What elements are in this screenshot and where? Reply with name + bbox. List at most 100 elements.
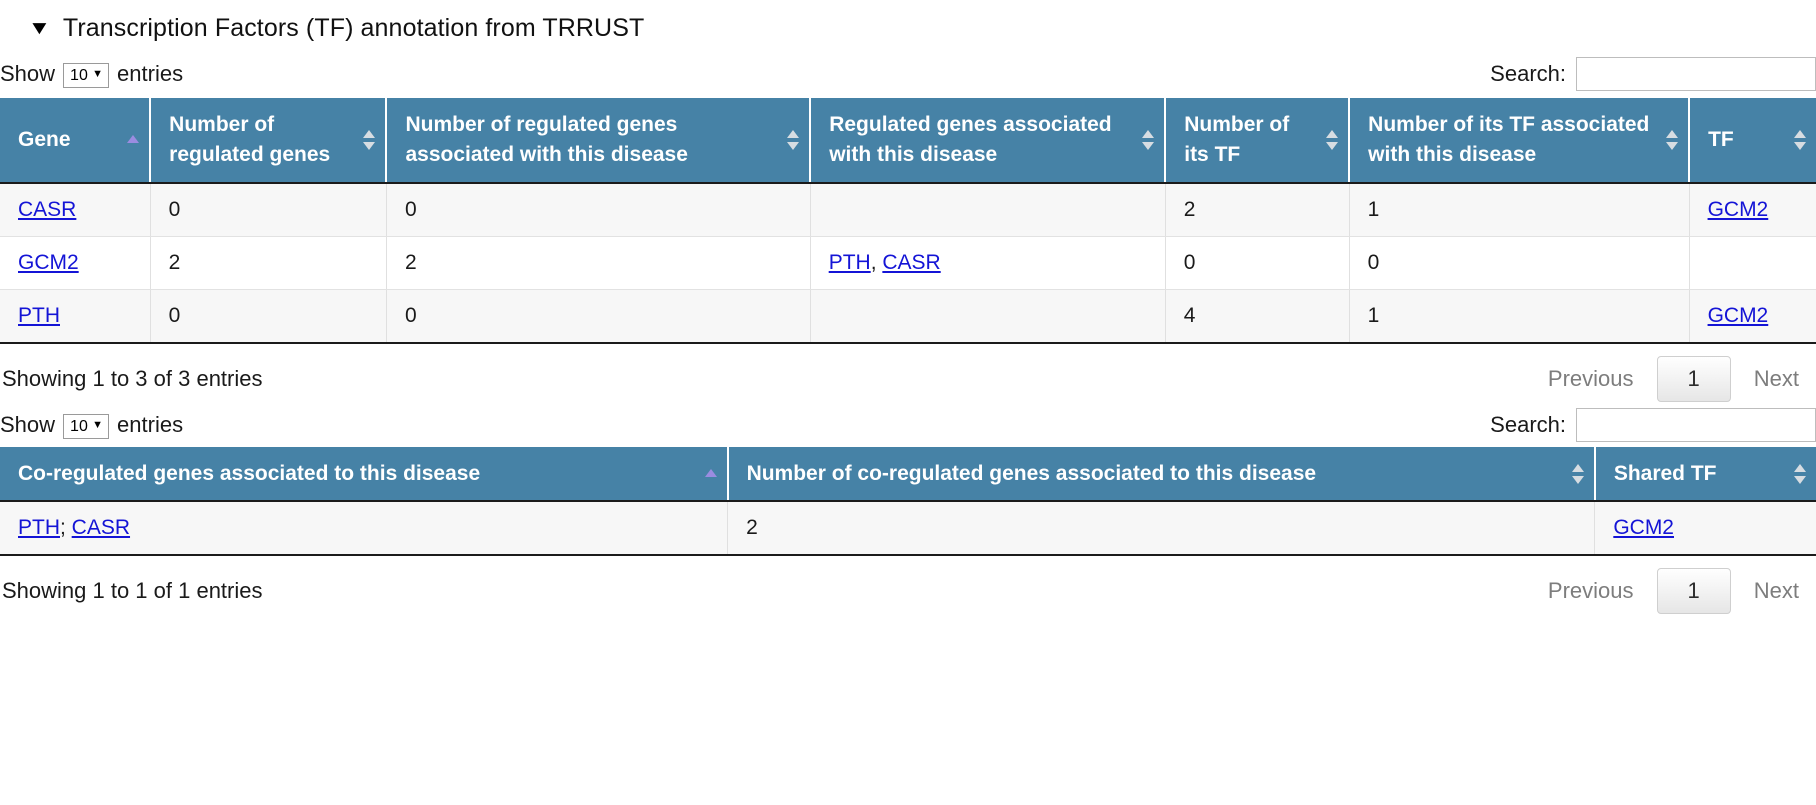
cell-co-regulated-genes: PTH; CASR — [0, 501, 729, 557]
cell-num-regulated-genes-disease: 0 — [386, 182, 811, 237]
sort-toggle-icon[interactable] — [363, 129, 376, 150]
table1-controls: Show 10 ▼ entries Search: — [0, 53, 1816, 97]
page-title: Transcription Factors (TF) annotation fr… — [62, 14, 645, 42]
table1-show-label: Show — [0, 61, 56, 86]
table2-header-row: Co-regulated genes associated to this di… — [0, 446, 1816, 503]
cell-num-its-tf-disease: 1 — [1349, 289, 1690, 344]
gene-link[interactable]: GCM2 — [1613, 516, 1674, 539]
cell-gene: GCM2 — [0, 236, 151, 290]
col-header-num-regulated-genes[interactable]: Number of regulated genes — [150, 97, 388, 184]
cell-num-regulated-genes-disease: 0 — [386, 289, 811, 344]
table2-filter-control: Search: — [1490, 407, 1816, 442]
table1-length-select[interactable]: 10 — [63, 63, 110, 88]
cell-num-its-tf-disease: 0 — [1349, 236, 1690, 290]
cell-num-its-tf: 4 — [1165, 289, 1350, 344]
cell-gene: CASR — [0, 182, 151, 237]
gene-link[interactable]: PTH — [18, 304, 60, 327]
table1-length-control: Show 10 ▼ entries — [0, 60, 183, 88]
table1-footer: Showing 1 to 3 of 3 entries Previous 1 N… — [0, 344, 1816, 406]
cell-num-its-tf-disease: 1 — [1349, 182, 1690, 237]
gene-link[interactable]: GCM2 — [1708, 198, 1769, 221]
sort-toggle-icon[interactable] — [1142, 129, 1155, 150]
cell-tf: GCM2 — [1689, 182, 1816, 237]
col-header-num-co-regulated-genes[interactable]: Number of co-regulated genes associated … — [727, 446, 1596, 503]
cell-regulated-genes-disease — [810, 182, 1166, 237]
table2-body: PTH; CASR 2 GCM2 — [0, 501, 1816, 557]
cell-num-regulated-genes: 0 — [150, 182, 387, 237]
table1-info: Showing 1 to 3 of 3 entries — [2, 365, 263, 391]
sort-ascending-icon[interactable] — [127, 134, 140, 145]
table2-search-label: Search: — [1490, 411, 1566, 437]
table1-search-label: Search: — [1490, 61, 1566, 86]
gene-link[interactable]: CASR — [882, 251, 940, 274]
table2-next-button[interactable]: Next — [1737, 569, 1816, 613]
sort-ascending-icon[interactable] — [704, 468, 718, 479]
gene-link[interactable]: GCM2 — [1708, 304, 1769, 327]
table2-previous-button[interactable]: Previous — [1531, 569, 1651, 613]
cell-num-co-regulated-genes: 2 — [727, 501, 1596, 557]
gene-link[interactable]: CASR — [18, 198, 76, 221]
table2-page-1-button[interactable]: 1 — [1656, 568, 1731, 615]
table2-controls: Show 10 ▼ entries Search: — [0, 406, 1816, 446]
gene-link[interactable]: GCM2 — [18, 251, 79, 274]
table2-length-control: Show 10 ▼ entries — [0, 411, 183, 439]
table1-entries-label: entries — [117, 61, 184, 86]
co-regulated-genes-table: Co-regulated genes associated to this di… — [0, 445, 1816, 557]
col-header-co-regulated-genes[interactable]: Co-regulated genes associated to this di… — [0, 446, 729, 503]
cell-regulated-genes-disease — [810, 289, 1166, 344]
cell-num-its-tf: 2 — [1165, 182, 1350, 237]
table2-show-label: Show — [0, 411, 56, 437]
table2-length-select-wrap[interactable]: 10 ▼ — [63, 411, 110, 439]
table2-length-select[interactable]: 10 — [63, 413, 110, 439]
section-header[interactable]: ▼ Transcription Factors (TF) annotation … — [0, 0, 1816, 53]
table1-head: Gene Number of regulated genes Number of… — [0, 97, 1816, 184]
table-row: PTH 0 0 4 1 GCM2 — [0, 289, 1816, 344]
table-row: GCM2 2 2 PTH, CASR 0 0 — [0, 236, 1816, 290]
col-header-shared-tf[interactable]: Shared TF — [1594, 446, 1816, 503]
table1-search-input[interactable] — [1576, 57, 1816, 91]
table-row: PTH; CASR 2 GCM2 — [0, 501, 1816, 557]
table1-next-button[interactable]: Next — [1737, 357, 1816, 401]
cell-num-regulated-genes: 0 — [150, 289, 387, 344]
cell-tf: GCM2 — [1689, 289, 1816, 344]
table2-info: Showing 1 to 1 of 1 entries — [2, 578, 263, 604]
cell-tf — [1689, 236, 1816, 290]
table1-previous-button[interactable]: Previous — [1531, 357, 1651, 401]
table1-body: CASR 0 0 2 1 GCM2 GCM2 2 2 PTH, CASR 0 0 PTH 0 0 4 1 GCM2 — [0, 182, 1816, 344]
col-header-num-regulated-genes-disease[interactable]: Number of regulated genes associated wit… — [386, 97, 812, 184]
tf-annotation-table: Gene Number of regulated genes Number of… — [0, 97, 1816, 344]
table1-length-select-wrap[interactable]: 10 ▼ — [63, 60, 110, 88]
cell-regulated-genes-disease: PTH, CASR — [810, 236, 1166, 290]
col-header-regulated-genes-disease[interactable]: Regulated genes associated with this dis… — [810, 97, 1167, 184]
table2-pagination: Previous 1 Next — [1531, 568, 1816, 615]
sort-toggle-icon[interactable] — [1326, 129, 1339, 150]
table1-page-1-button[interactable]: 1 — [1656, 355, 1731, 402]
sort-toggle-icon[interactable] — [787, 129, 800, 150]
col-header-num-its-tf[interactable]: Number of its TF — [1165, 97, 1351, 184]
tf-annotation-page: ▼ Transcription Factors (TF) annotation … — [0, 0, 1816, 618]
gene-link[interactable]: PTH — [829, 251, 871, 274]
table2-head: Co-regulated genes associated to this di… — [0, 446, 1816, 503]
table2-entries-label: entries — [117, 411, 184, 437]
triangle-down-icon[interactable]: ▼ — [28, 19, 52, 38]
col-header-gene[interactable]: Gene — [0, 97, 152, 184]
gene-link[interactable]: PTH — [18, 516, 60, 539]
table2-search-input[interactable] — [1576, 407, 1816, 442]
table-row: CASR 0 0 2 1 GCM2 — [0, 182, 1816, 237]
cell-shared-tf: GCM2 — [1594, 501, 1816, 557]
table1-pagination: Previous 1 Next — [1531, 355, 1816, 402]
sort-toggle-icon[interactable] — [1794, 463, 1807, 484]
sort-toggle-icon[interactable] — [1794, 129, 1807, 150]
cell-num-its-tf: 0 — [1165, 236, 1350, 290]
table2-footer: Showing 1 to 1 of 1 entries Previous 1 N… — [0, 556, 1816, 618]
sort-toggle-icon[interactable] — [1666, 129, 1679, 150]
cell-num-regulated-genes-disease: 2 — [386, 236, 811, 290]
cell-num-regulated-genes: 2 — [150, 236, 387, 290]
col-header-tf[interactable]: TF — [1689, 97, 1816, 184]
cell-gene: PTH — [0, 289, 151, 344]
table1-header-row: Gene Number of regulated genes Number of… — [0, 97, 1816, 184]
gene-link[interactable]: CASR — [72, 516, 130, 539]
col-header-num-its-tf-disease[interactable]: Number of its TF associated with this di… — [1349, 97, 1691, 184]
sort-toggle-icon[interactable] — [1571, 463, 1585, 484]
table1-filter-control: Search: — [1490, 57, 1816, 91]
